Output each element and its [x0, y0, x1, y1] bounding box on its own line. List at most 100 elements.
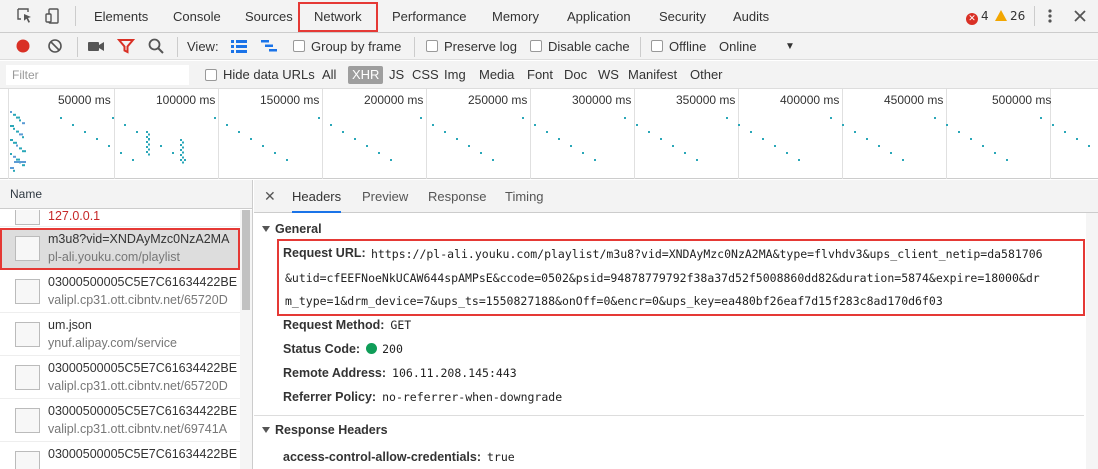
overview-request-mark: [1040, 117, 1042, 119]
tab-response[interactable]: Response: [428, 180, 487, 213]
chevron-down-icon[interactable]: ▼: [785, 33, 795, 60]
request-domain: valipl.cp31.ott.cibntv.net/65720D: [48, 379, 228, 393]
overview-request-mark: [146, 151, 148, 153]
response-headers-section-header[interactable]: Response Headers: [254, 419, 1084, 441]
tab-security[interactable]: Security: [659, 0, 706, 33]
overview-request-mark: [146, 136, 148, 138]
overview-request-mark: [878, 145, 880, 147]
tab-memory[interactable]: Memory: [492, 0, 539, 33]
tab-network[interactable]: Network: [298, 2, 378, 32]
request-url-value[interactable]: &utid=cfEEFNoeNkUCAW644spAMPsE&ccode=050…: [285, 271, 1040, 285]
filter-type-ws[interactable]: WS: [598, 61, 619, 89]
more-options-icon[interactable]: [1041, 7, 1059, 25]
overview-request-mark: [19, 147, 22, 150]
request-list-scrollbar[interactable]: [240, 210, 252, 469]
general-section-header[interactable]: General: [254, 218, 1084, 240]
response-header-row: access-control-allow-credentials: true: [283, 450, 515, 464]
file-icon: [15, 365, 40, 390]
request-url-value[interactable]: m_type=1&drm_device=7&ups_ts=1550827188&…: [285, 294, 943, 308]
request-url-highlight: Request URL: https://pl-ali.youku.com/pl…: [277, 239, 1085, 316]
search-icon[interactable]: [147, 37, 165, 55]
filter-type-other[interactable]: Other: [690, 61, 723, 89]
filter-type-js[interactable]: JS: [389, 61, 404, 89]
close-detail-icon[interactable]: ✕: [264, 180, 276, 213]
request-url-value[interactable]: https://pl-ali.youku.com/playlist/m3u8?v…: [371, 247, 1043, 261]
offline-label: Offline: [669, 39, 707, 54]
overview-request-mark: [558, 138, 560, 140]
tab-console[interactable]: Console: [173, 0, 221, 33]
header-name: access-control-allow-credentials:: [283, 450, 481, 464]
request-row[interactable]: um.json ynuf.alipay.com/service: [0, 314, 240, 356]
overview-request-mark: [456, 138, 458, 140]
disable-cache-checkbox[interactable]: [530, 40, 542, 52]
filter-type-xhr[interactable]: XHR: [348, 66, 384, 84]
remote-address-row: Remote Address: 106.11.208.145:443: [283, 366, 517, 380]
devtools-tab-bar: Elements Console Sources Network Perform…: [0, 0, 1098, 33]
hide-data-urls-checkbox[interactable]: [205, 69, 217, 81]
filter-type-css[interactable]: CSS: [412, 61, 439, 89]
overview-request-mark: [250, 138, 252, 140]
request-row[interactable]: 03000500005C5E7C61634422BE valipl.cp31.o…: [0, 271, 240, 313]
overview-request-mark: [636, 124, 638, 126]
filter-icon[interactable]: [116, 37, 136, 55]
tab-audits[interactable]: Audits: [733, 0, 769, 33]
overview-request-mark: [13, 127, 15, 130]
tab-performance[interactable]: Performance: [392, 0, 466, 33]
tab-elements[interactable]: Elements: [94, 0, 148, 33]
clear-icon[interactable]: [46, 37, 64, 55]
warning-count-badge[interactable]: 26: [995, 8, 1025, 24]
filter-type-font[interactable]: Font: [527, 61, 553, 89]
tab-sources[interactable]: Sources: [245, 0, 293, 33]
request-row[interactable]: 03000500005C5E7C61634422BE valipl.cp31.o…: [0, 357, 240, 399]
network-overview[interactable]: 50000 ms 100000 ms 150000 ms 200000 ms 2…: [0, 89, 1098, 179]
tab-preview[interactable]: Preview: [362, 180, 408, 213]
overview-request-mark: [16, 144, 18, 147]
inspect-element-icon[interactable]: [16, 7, 34, 25]
request-row[interactable]: 127.0.0.1: [0, 210, 240, 227]
overview-request-mark: [146, 141, 148, 143]
name-column-header[interactable]: Name: [0, 180, 252, 209]
filter-type-manifest[interactable]: Manifest: [628, 61, 677, 89]
tab-timing[interactable]: Timing: [505, 180, 544, 213]
request-row[interactable]: 03000500005C5E7C61634422BE: [0, 443, 240, 469]
overview-request-mark: [14, 161, 26, 163]
video-capture-icon[interactable]: [87, 37, 105, 55]
overview-request-mark: [774, 145, 776, 147]
scrollbar-thumb[interactable]: [242, 210, 250, 310]
overview-request-mark: [146, 146, 148, 148]
close-devtools-icon[interactable]: [1071, 7, 1089, 25]
filter-type-img[interactable]: Img: [444, 61, 466, 89]
tab-headers[interactable]: Headers: [292, 180, 342, 213]
expand-triangle-icon: [262, 427, 270, 433]
request-row-selected[interactable]: m3u8?vid=XNDAyMzc0NzA2MA pl-ali.youku.co…: [0, 228, 240, 270]
filter-type-all[interactable]: All: [322, 61, 336, 89]
filter-type-media[interactable]: Media: [479, 61, 514, 89]
overview-request-mark: [22, 150, 26, 153]
general-section-label: General: [275, 222, 322, 236]
error-count-badge[interactable]: ✕ 4: [966, 8, 989, 25]
offline-checkbox[interactable]: [651, 40, 663, 52]
status-code-value: 200: [382, 342, 403, 356]
filter-bar: Hide data URLs All XHR JS CSS Img Media …: [0, 61, 1098, 89]
request-row[interactable]: 03000500005C5E7C61634422BE valipl.cp31.o…: [0, 400, 240, 442]
large-rows-icon[interactable]: [230, 37, 248, 55]
filter-input[interactable]: [6, 65, 189, 85]
file-icon: [15, 408, 40, 433]
overview-request-mark: [146, 131, 148, 133]
group-by-frame-checkbox[interactable]: [293, 40, 305, 52]
device-toolbar-icon[interactable]: [44, 7, 62, 25]
request-name: 03000500005C5E7C61634422BE: [48, 404, 238, 418]
tab-application[interactable]: Application: [567, 0, 631, 33]
request-name: um.json: [48, 318, 92, 332]
overview-request-mark: [798, 159, 800, 161]
detail-scrollbar[interactable]: [1086, 213, 1098, 469]
preserve-log-checkbox[interactable]: [426, 40, 438, 52]
throttling-select[interactable]: Online: [719, 33, 757, 60]
filter-type-doc[interactable]: Doc: [564, 61, 587, 89]
record-icon[interactable]: [14, 37, 32, 55]
overview-request-mark: [274, 152, 276, 154]
overview-request-mark: [13, 155, 16, 158]
overview-request-mark: [13, 113, 16, 116]
waterfall-icon[interactable]: [260, 37, 278, 55]
overview-request-mark: [182, 141, 184, 144]
